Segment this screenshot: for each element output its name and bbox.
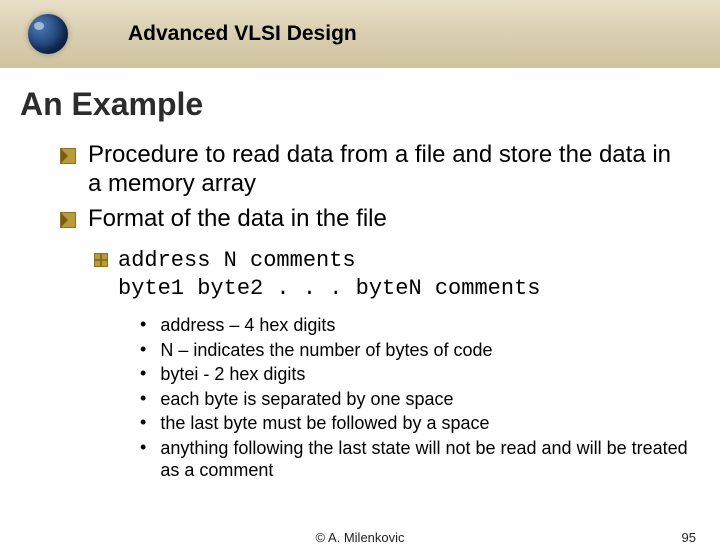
bullet-dot-icon: • — [140, 389, 146, 407]
slide-title: An Example — [20, 86, 720, 123]
bullet-level3: • bytei - 2 hex digits — [140, 363, 690, 386]
bullet-dot-icon: • — [140, 364, 146, 382]
page-number: 95 — [682, 530, 696, 545]
bullet-level1: Format of the data in the file — [60, 205, 690, 234]
bullet-text: Format of the data in the file — [88, 205, 387, 234]
bullet-level3: • anything following the last state will… — [140, 437, 690, 482]
content-area: Procedure to read data from a file and s… — [60, 141, 690, 482]
globe-icon — [28, 14, 68, 54]
bullet-arrow-icon — [60, 148, 76, 164]
bullet-level2: address N comments byte1 byte2 . . . byt… — [94, 247, 690, 302]
bullet-dot-icon: • — [140, 340, 146, 358]
bullet-level3: • each byte is separated by one space — [140, 388, 690, 411]
course-title: Advanced VLSI Design — [128, 22, 357, 46]
detail-text: the last byte must be followed by a spac… — [160, 412, 489, 435]
bullet-arrow-icon — [60, 212, 76, 228]
bullet-text: Procedure to read data from a file and s… — [88, 141, 690, 199]
detail-text: N – indicates the number of bytes of cod… — [160, 339, 492, 362]
bullet-level3: • the last byte must be followed by a sp… — [140, 412, 690, 435]
header-band: Advanced VLSI Design — [0, 0, 720, 68]
detail-text: address – 4 hex digits — [160, 314, 335, 337]
bullet-dot-icon: • — [140, 315, 146, 333]
bullet-dot-icon: • — [140, 438, 146, 456]
bullet-level3: • N – indicates the number of bytes of c… — [140, 339, 690, 362]
plus-box-icon — [94, 253, 108, 267]
details-block: • address – 4 hex digits • N – indicates… — [140, 314, 690, 482]
bullet-level3: • address – 4 hex digits — [140, 314, 690, 337]
detail-text: anything following the last state will n… — [160, 437, 690, 482]
code-line: address N comments — [118, 247, 540, 275]
detail-text: bytei - 2 hex digits — [160, 363, 305, 386]
code-format-block: address N comments byte1 byte2 . . . byt… — [94, 247, 690, 482]
copyright-text: © A. Milenkovic — [315, 530, 404, 545]
code-line: byte1 byte2 . . . byteN comments — [118, 275, 540, 303]
bullet-level1: Procedure to read data from a file and s… — [60, 141, 690, 199]
detail-text: each byte is separated by one space — [160, 388, 453, 411]
bullet-dot-icon: • — [140, 413, 146, 431]
